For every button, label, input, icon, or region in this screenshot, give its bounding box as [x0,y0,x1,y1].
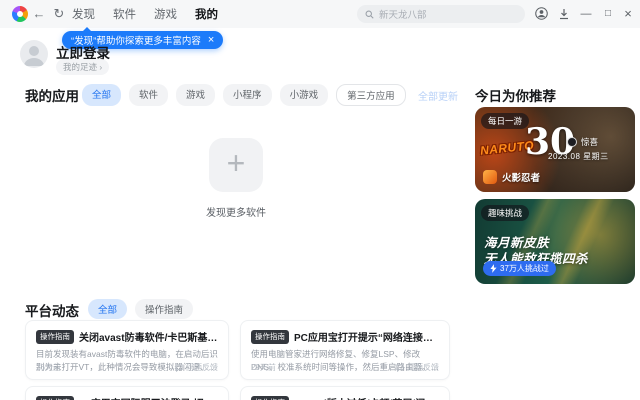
search-icon [365,10,374,19]
app-window: ← ↻ 发现 软件 游戏 我的 新天龙八部 — □ × “发现”帮助你探索更多丰… [0,0,640,400]
close-button[interactable]: × [618,0,638,28]
my-footprints-link[interactable]: 我的足迹 › [56,59,110,75]
news-card[interactable]: 操作指南 PC应用宝打开提示“网络连接错误” 使用电脑管家进行网络修复、修复LS… [240,320,450,380]
feed-tab-all[interactable]: 全部 [88,299,128,319]
feed-tabs: 全部 操作指南 [88,299,194,319]
tab-games[interactable]: 游戏 [176,84,216,106]
challenge-stat-label: 37万人挑战过 [500,264,549,273]
guide-tag: 操作指南 [251,395,289,400]
nav-tab-games[interactable]: 游戏 [154,6,177,22]
update-all-button[interactable]: 全部更新 [418,88,458,103]
recommend-title: 今日为你推荐 [475,89,556,104]
game-icon [483,170,497,184]
feed-tab-guides[interactable]: 操作指南 [135,299,194,319]
day-tag: 惊喜 [567,136,598,148]
feedback-link[interactable]: 问题反馈 [396,362,439,373]
feedback-link[interactable]: 问题反馈 [175,362,218,373]
minimize-button[interactable]: — [576,0,596,28]
news-title: opengl版本过低/卡顿/花屏/闪退，升级显卡驱动… [294,395,439,400]
nav-tab-discover[interactable]: 发现 [72,6,95,22]
day-tag-label: 惊喜 [581,137,599,147]
search-input[interactable]: 新天龙八部 [357,5,525,23]
news-card[interactable]: 操作指南 关闭avast防毒软件/卡巴斯基减少卡顿现象 目前发现装有avast防… [25,320,229,380]
refresh-icon[interactable]: ↻ [50,0,68,28]
news-time: 29天前 [251,363,276,372]
feedback-icon [396,363,404,372]
news-title: PC应用宝打开提示“网络连接错误” [294,333,439,344]
guide-tag: 操作指南 [36,395,74,400]
game-name: 火影忍者 [502,173,541,184]
tab-minigames[interactable]: 小游戏 [279,84,329,106]
search-placeholder: 新天龙八部 [379,10,427,21]
daily-game-badge: 每日一游 [481,113,530,129]
nav-tab-software[interactable]: 软件 [113,6,136,22]
guide-tag: 操作指南 [251,329,289,344]
discover-more-label[interactable]: 发现更多软件 [171,204,301,219]
downloads-icon[interactable] [554,0,574,28]
news-title: 关闭avast防毒软件/卡巴斯基减少卡顿现象 [79,333,218,344]
tab-all[interactable]: 全部 [82,84,122,106]
add-software-tile[interactable]: + [209,138,263,192]
calendar-date: 2023.08 星期三 [548,152,609,161]
maximize-button[interactable]: □ [598,0,618,28]
lightning-icon [490,264,497,273]
myapps-filter-tabs: 全部 软件 游戏 小程序 小游戏 第三方应用 [82,84,406,106]
daily-game-card[interactable]: 每日一游 NARUTO 30 惊喜 2023.08 星期三 火影忍者 [475,107,635,192]
tab-software[interactable]: 软件 [129,84,169,106]
user-silhouette-icon [24,46,44,66]
day-tag-icon [567,137,577,147]
account-icon[interactable] [531,0,551,28]
tab-thirdparty[interactable]: 第三方应用 [336,84,406,106]
app-logo-icon [12,6,28,22]
challenge-card[interactable]: 趣味挑战 海月新皮肤 无人能敌狂揽四杀 37万人挑战过 [475,199,635,284]
feed-title: 平台动态 [25,304,79,319]
news-card[interactable]: 操作指南 opengl版本过低/卡顿/花屏/闪退，升级显卡驱动… [240,386,450,400]
myapps-title: 我的应用 [25,89,79,104]
guide-tag: 操作指南 [36,329,74,344]
news-card[interactable]: 操作指南 pc应用宝国际服无法登录 切换DNS服务器… [25,386,229,400]
titlebar: ← ↻ 发现 软件 游戏 我的 新天龙八部 — □ × [0,0,640,28]
nav-tab-mine[interactable]: 我的 [195,6,218,22]
tooltip-close-icon[interactable]: × [208,34,214,46]
challenge-stat-pill: 37万人挑战过 [483,261,556,276]
tab-miniprograms[interactable]: 小程序 [223,84,272,106]
challenge-badge: 趣味挑战 [481,205,530,221]
main-nav: 发现 软件 游戏 我的 [72,0,218,28]
back-icon[interactable]: ← [30,0,48,28]
plus-icon: + [226,145,246,181]
news-footer: 29天前 问题反馈 [251,362,439,373]
avatar[interactable] [20,40,48,68]
game-row: 火影忍者 [483,170,540,184]
news-time: 26天前 [36,363,61,372]
news-title: pc应用宝国际服无法登录 切换DNS服务器… [79,395,218,400]
feedback-icon [175,363,183,372]
news-footer: 26天前 问题反馈 [36,362,218,373]
